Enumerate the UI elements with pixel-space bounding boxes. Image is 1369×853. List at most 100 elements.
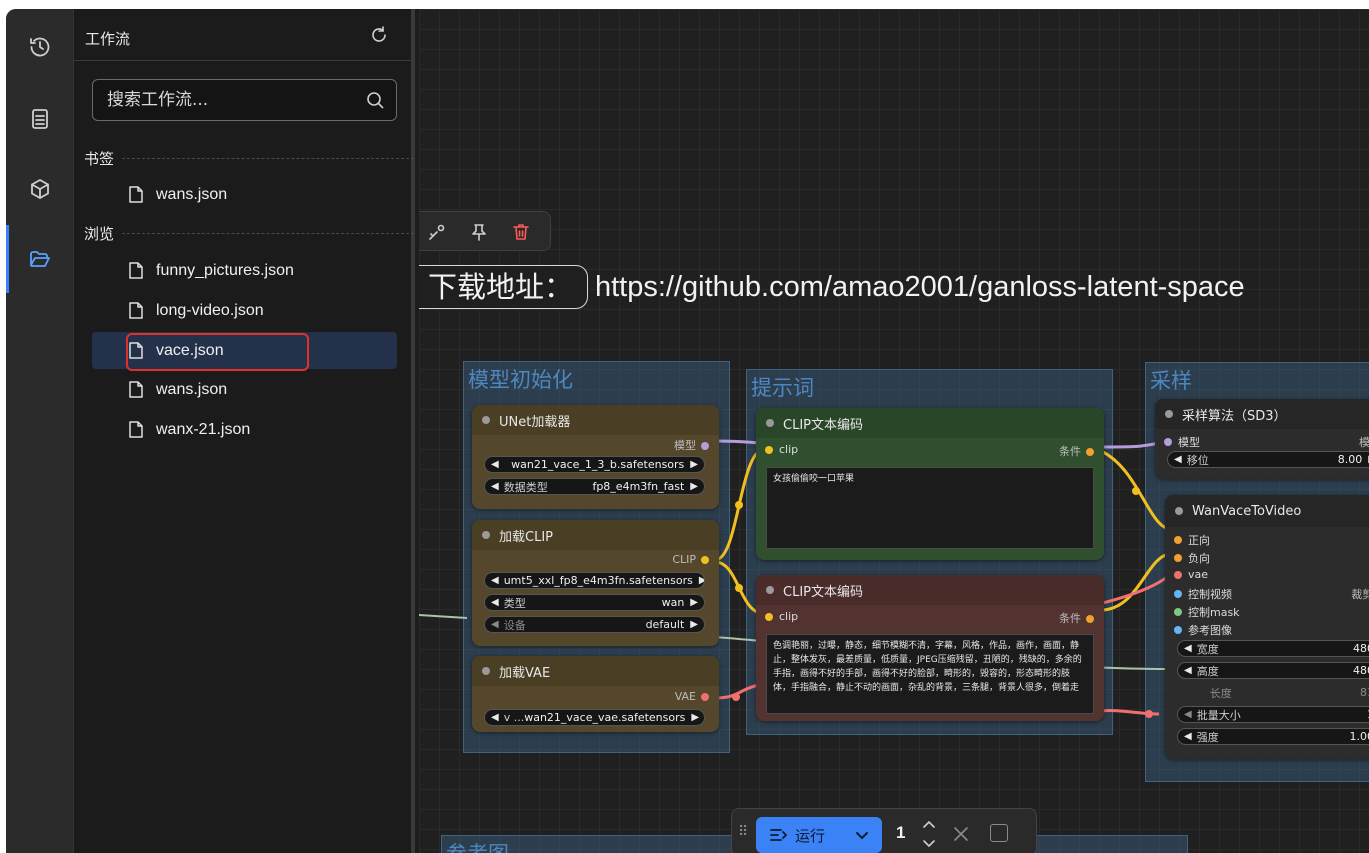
file-icon: [128, 262, 144, 279]
node-clip-encode-negative[interactable]: CLIP文本编码 clip 条件 色调艳丽，过曝，静态，细节模糊不清，字幕，风格…: [756, 575, 1104, 721]
widget-width[interactable]: ◀宽度480: [1177, 640, 1369, 657]
workflow-item[interactable]: long-video.json: [92, 292, 397, 329]
node-vae-loader[interactable]: 加载VAE VAE ◀ v ... wan21_vace_vae.safetenso…: [472, 656, 719, 732]
file-icon: [128, 342, 144, 359]
run-button[interactable]: 运行: [756, 817, 882, 853]
sidebar-title: 工作流: [85, 30, 131, 48]
run-queue-icon: [768, 825, 788, 845]
negative-prompt-textbox[interactable]: 色调艳丽，过曝，静态，细节模糊不清，字幕，风格，作品，画作，画面，静止，整体发灰…: [766, 634, 1094, 714]
node-title: CLIP文本编码: [783, 417, 863, 433]
selection-toolbar: [419, 211, 551, 251]
widget-dtype[interactable]: ◀ 数据类型 fp8_e4m3fn_fast ▶: [484, 478, 705, 495]
workflow-item-selected[interactable]: vace.json: [92, 332, 397, 369]
rail-active-indicator: [6, 225, 9, 293]
widget-vae-name[interactable]: ◀ v ... wan21_vace_vae.safetensors ▶: [484, 709, 705, 726]
stop-icon[interactable]: [990, 824, 1008, 842]
workflow-label: vace.json: [156, 341, 224, 359]
refresh-icon[interactable]: [369, 25, 389, 45]
model-library-icon[interactable]: [20, 169, 60, 209]
pin-icon[interactable]: [469, 222, 489, 242]
widget-clip-device[interactable]: ◀ 设备 default ▶: [484, 616, 705, 633]
group-title: 参考图: [446, 838, 509, 853]
node-model-sampling-sd3[interactable]: 采样算法（SD3） 模型 模型 ◀移位8.00▶: [1155, 399, 1369, 479]
file-icon: [128, 421, 144, 438]
input-model[interactable]: 模型: [1164, 434, 1200, 450]
widget-shift[interactable]: ◀移位8.00▶: [1167, 451, 1369, 468]
workflow-label: funny_pictures.json: [156, 261, 294, 279]
input-negative[interactable]: 负向: [1174, 550, 1210, 566]
widget-batch-size[interactable]: ◀批量大小1: [1177, 706, 1369, 723]
browse-label: 浏览: [84, 225, 115, 243]
bookmark-label: wans.json: [156, 185, 228, 203]
workflow-sidebar: 工作流 书签 wans.json 浏览 funny_pictures.json: [74, 9, 415, 853]
node-clip-loader[interactable]: 加载CLIP CLIP ◀ umt5_xxl_fp8_e4m3fn.safeten…: [472, 520, 719, 646]
input-clip[interactable]: clip: [765, 610, 798, 623]
node-title: UNet加载器: [499, 414, 571, 430]
note-url: https://github.com/amao2001/ganloss-late…: [595, 271, 1245, 303]
search-input[interactable]: [107, 80, 347, 120]
file-icon: [128, 381, 144, 398]
output-conditioning[interactable]: 条件: [1059, 610, 1094, 626]
prompt-textbox[interactable]: 女孩偷偷咬一口苹果: [766, 467, 1094, 549]
workflows-icon[interactable]: [20, 239, 60, 279]
cancel-icon[interactable]: [952, 825, 970, 843]
node-title: 采样算法（SD3）: [1182, 408, 1287, 424]
input-vae[interactable]: vae: [1174, 568, 1208, 581]
history-icon[interactable]: [20, 27, 60, 67]
group-title: 模型初始化: [468, 368, 573, 392]
group-title: 提示词: [751, 376, 814, 400]
bookmark-item[interactable]: wans.json: [92, 176, 397, 213]
node-wan-vace-to-video[interactable]: WanVaceToVideo 正向 负向 vae la 控制视频 裁剪la 控制…: [1165, 495, 1369, 759]
output-clip[interactable]: CLIP: [672, 553, 709, 566]
note-download-label: 下载地址：: [419, 265, 589, 309]
bookmarks-section: 书签: [84, 148, 414, 169]
widget-clip-name[interactable]: ◀umt5_xxl_fp8_e4m3fn.safetensors▶: [484, 572, 705, 589]
output-trim-latent[interactable]: 裁剪la: [1351, 586, 1369, 602]
file-icon: [128, 302, 144, 319]
node-title: 加载CLIP: [499, 529, 553, 545]
workflow-item[interactable]: wanx-21.json: [92, 411, 397, 448]
search-icon[interactable]: [365, 90, 385, 110]
color-picker-icon[interactable]: [427, 222, 447, 242]
workflow-item[interactable]: funny_pictures.json: [92, 252, 397, 289]
run-toolbar: ⠿ 运行 1: [731, 808, 1037, 853]
file-icon: [128, 186, 144, 203]
sidebar-header: 工作流: [74, 9, 411, 61]
browse-section: 浏览: [84, 223, 414, 244]
output-model[interactable]: 模型: [674, 437, 709, 453]
bookmarks-label: 书签: [84, 150, 115, 168]
widget-unet-name[interactable]: ◀ wan21_vace_1_3_b.safetensors ▶: [484, 456, 705, 473]
queue-icon[interactable]: [20, 99, 60, 139]
batch-count-value[interactable]: 1: [896, 823, 905, 843]
drag-handle-icon[interactable]: ⠿: [738, 823, 748, 840]
widget-strength[interactable]: ◀强度1.00: [1177, 728, 1369, 745]
group-title: 采样: [1150, 369, 1192, 393]
input-positive[interactable]: 正向: [1174, 532, 1210, 548]
workflow-label: wanx-21.json: [156, 420, 251, 438]
widget-length[interactable]: ◀长度81: [1177, 684, 1369, 701]
node-clip-encode-positive[interactable]: CLIP文本编码 clip 条件 女孩偷偷咬一口苹果: [756, 408, 1104, 560]
run-label: 运行: [795, 826, 826, 845]
node-canvas[interactable]: 下载地址： https://github.com/amao2001/ganlos…: [419, 9, 1369, 853]
widget-height[interactable]: ◀高度480: [1177, 662, 1369, 679]
input-clip[interactable]: clip: [765, 443, 798, 456]
delete-icon[interactable]: [511, 222, 531, 242]
batch-stepper-icon[interactable]: [920, 817, 938, 851]
app-window: 工作流 书签 wans.json 浏览 funny_pictures.json: [6, 9, 1369, 853]
chevron-down-icon[interactable]: [854, 827, 870, 843]
input-control-video[interactable]: 控制视频: [1174, 586, 1232, 602]
icon-rail: [6, 9, 74, 853]
workflow-label: long-video.json: [156, 301, 264, 319]
node-title: WanVaceToVideo: [1192, 503, 1302, 519]
widget-clip-type[interactable]: ◀ 类型 wan ▶: [484, 594, 705, 611]
output-model[interactable]: 模型: [1359, 434, 1369, 450]
node-title: CLIP文本编码: [783, 584, 863, 600]
output-vae[interactable]: VAE: [675, 690, 709, 703]
node-title: 加载VAE: [499, 665, 551, 681]
workflow-item[interactable]: wans.json: [92, 371, 397, 408]
input-control-mask[interactable]: 控制mask: [1174, 604, 1240, 620]
input-reference-image[interactable]: 参考图像: [1174, 622, 1232, 638]
search-box: [92, 79, 397, 121]
output-conditioning[interactable]: 条件: [1059, 443, 1094, 459]
node-unet-loader[interactable]: UNet加载器 模型 ◀ wan21_vace_1_3_b.safetensors…: [472, 405, 719, 509]
